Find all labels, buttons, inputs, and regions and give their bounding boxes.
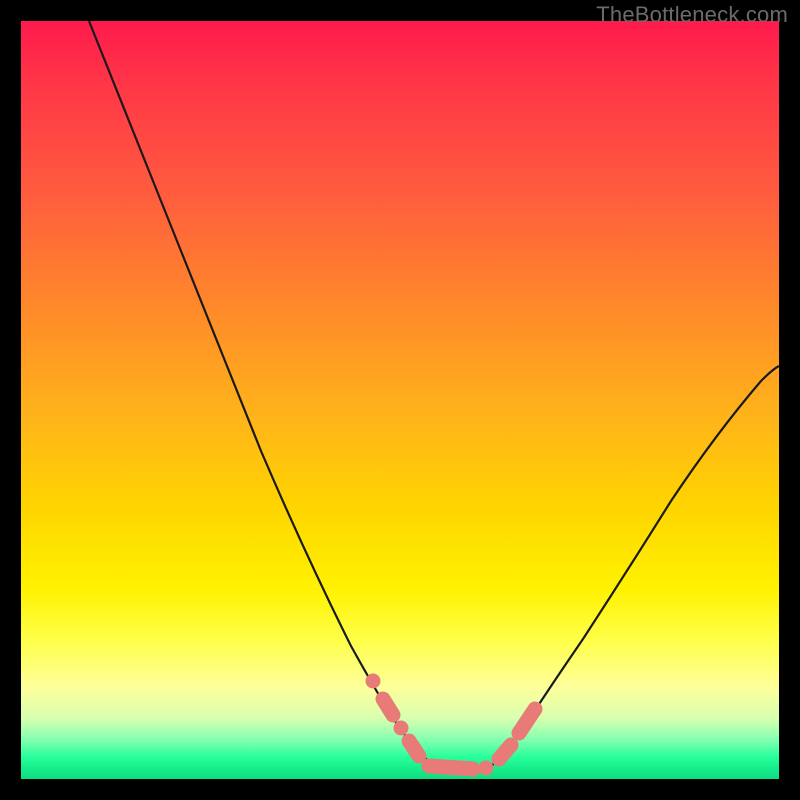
marker-segment-icon [519,709,535,733]
curve-layer [21,21,779,779]
marker-dot-icon [479,761,494,776]
marker-segment-icon [383,699,393,715]
marker-dot-icon [366,674,381,689]
outer-frame: TheBottleneck.com [0,0,800,800]
watermark-text: TheBottleneck.com [596,2,788,28]
marker-dot-icon [394,721,409,736]
marker-segment-icon [409,741,419,756]
left-curve [89,21,436,768]
marker-segment-icon [499,745,511,759]
marker-segment-icon [429,766,473,769]
